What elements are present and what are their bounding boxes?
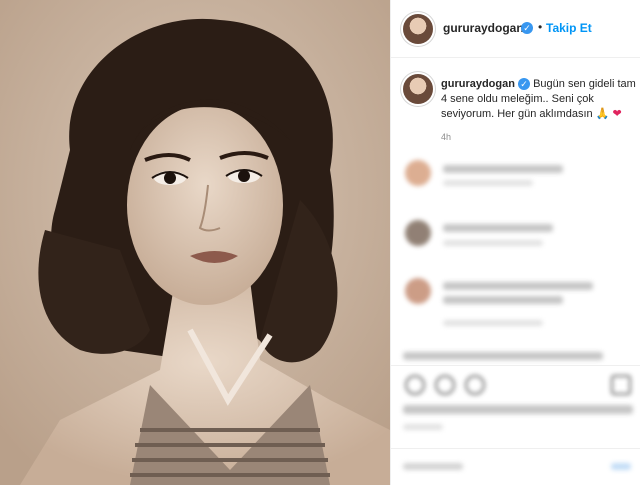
comment-text [443, 296, 563, 304]
header-username[interactable]: gururaydogan [443, 21, 524, 35]
divider [391, 365, 640, 366]
comment-meta [443, 320, 543, 326]
caption-username[interactable]: gururaydogan [441, 78, 515, 90]
separator-dot: • [538, 20, 543, 34]
bookmark-icon[interactable] [611, 375, 631, 395]
comment-text [403, 352, 603, 360]
caption-avatar[interactable] [403, 74, 433, 104]
post-photo[interactable] [0, 0, 390, 485]
divider [391, 448, 640, 449]
comment-text [443, 224, 553, 232]
post-header: gururaydogan ✓ • Takip Et [391, 0, 640, 58]
heart-icon[interactable] [405, 375, 425, 395]
share-icon[interactable] [465, 375, 485, 395]
comment-avatar[interactable] [405, 278, 431, 304]
heart-emoji: ❤ [612, 108, 622, 120]
caption-time: 4h [441, 132, 452, 142]
portrait-image [0, 0, 390, 485]
post-date [403, 424, 443, 430]
comment-avatar[interactable] [405, 220, 431, 246]
avatar[interactable] [403, 14, 433, 44]
comment-text [443, 165, 563, 173]
caption: gururaydogan ✓ Bugün sen gideli tam 4 se… [441, 77, 637, 122]
comment-meta [443, 240, 543, 246]
verified-badge-icon: ✓ [518, 78, 531, 91]
comment-meta [443, 180, 533, 186]
pray-emoji: 🙏 [595, 108, 610, 120]
post-comment-button[interactable] [611, 463, 631, 470]
post-sidebar: gururaydogan ✓ • Takip Et gururaydogan ✓… [390, 0, 640, 485]
comment-input-placeholder[interactable] [403, 463, 463, 470]
verified-badge-icon: ✓ [521, 22, 533, 34]
likes-count[interactable] [403, 405, 633, 414]
comment-icon[interactable] [435, 375, 455, 395]
comment-text [443, 282, 593, 290]
follow-button[interactable]: Takip Et [546, 21, 592, 35]
comment-avatar[interactable] [405, 160, 431, 186]
